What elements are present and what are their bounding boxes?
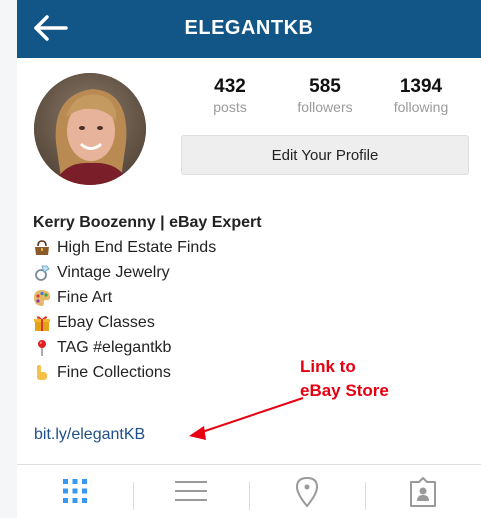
location-icon xyxy=(295,476,319,508)
profile-screen: ELEGANTKB 432 posts 585 followers 1394 f… xyxy=(17,0,481,518)
ring-icon xyxy=(35,265,50,281)
tab-list[interactable] xyxy=(133,476,249,518)
gift-icon xyxy=(34,315,50,331)
followers-count: 585 xyxy=(309,76,341,97)
following-label: following xyxy=(393,99,449,115)
username-title: ELEGANTKB xyxy=(184,17,314,39)
stat-followers[interactable]: 585 followers xyxy=(281,76,369,116)
bio: Kerry Boozenny | eBay Expert High End Es… xyxy=(33,210,473,385)
website-link[interactable]: bit.ly/elegantKB xyxy=(34,426,145,444)
display-name: Kerry Boozenny | eBay Expert xyxy=(33,214,262,231)
bio-line: High End Estate Finds xyxy=(33,235,473,260)
posts-count: 432 xyxy=(214,76,246,97)
grid-icon xyxy=(63,479,87,503)
pointing-hand-icon xyxy=(37,364,47,380)
bio-line-text: Vintage Jewelry xyxy=(57,264,170,281)
bio-line: TAG #elegantkb xyxy=(33,335,473,360)
posts-label: posts xyxy=(213,99,247,115)
stat-posts[interactable]: 432 posts xyxy=(195,76,265,116)
bio-line: Fine Collections xyxy=(33,360,473,385)
palette-icon xyxy=(34,289,50,306)
handbag-icon xyxy=(35,239,49,255)
tab-location[interactable] xyxy=(249,476,365,518)
profile-photo xyxy=(34,73,146,185)
annotation-line-1: Link to xyxy=(300,357,356,376)
tagged-icon xyxy=(410,477,436,507)
bio-line-text: Fine Art xyxy=(57,289,113,306)
bio-line: Vintage Jewelry xyxy=(33,260,473,285)
annotation-line-2: eBay Store xyxy=(300,381,389,400)
bio-line: Fine Art xyxy=(33,285,473,310)
top-bar: ELEGANTKB xyxy=(17,0,481,58)
tabs-divider xyxy=(17,464,481,465)
bio-line-text: High End Estate Finds xyxy=(57,239,217,256)
tab-tagged[interactable] xyxy=(365,476,481,518)
bio-line-text: Ebay Classes xyxy=(57,314,155,331)
bio-line: Ebay Classes xyxy=(33,310,473,335)
list-icon xyxy=(175,481,207,501)
annotation-label: Link to eBay Store xyxy=(300,355,389,403)
bio-line-text: TAG #elegantkb xyxy=(57,339,172,356)
stat-following[interactable]: 1394 following xyxy=(379,76,463,116)
edit-profile-button[interactable]: Edit Your Profile xyxy=(181,135,469,175)
pin-icon xyxy=(38,339,46,356)
followers-label: followers xyxy=(297,99,353,115)
avatar[interactable] xyxy=(34,73,146,185)
tab-grid[interactable] xyxy=(17,476,133,518)
following-count: 1394 xyxy=(399,76,443,97)
bio-line-text: Fine Collections xyxy=(57,364,171,381)
